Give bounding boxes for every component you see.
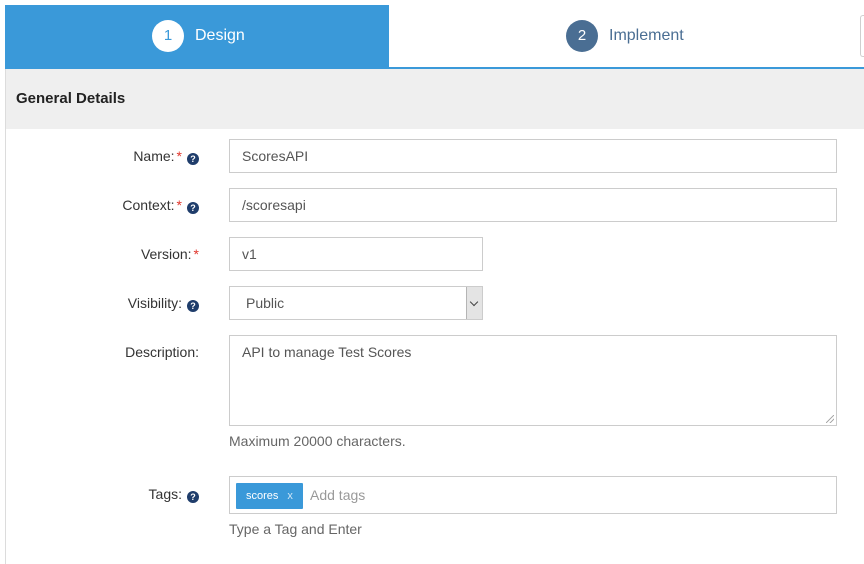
tags-hint: Type a Tag and Enter <box>229 521 362 537</box>
tags-input[interactable]: scores x Add tags <box>229 476 837 514</box>
visibility-label: Visibility: <box>127 295 182 311</box>
step-label: Implement <box>609 27 684 44</box>
section-header: General Details <box>6 69 864 129</box>
tag-text: scores <box>246 490 279 502</box>
version-label: Version: <box>140 246 192 262</box>
context-label-group: Context: *? <box>122 197 199 214</box>
question-circle-icon[interactable]: ? <box>187 491 199 503</box>
step-number: 2 <box>566 20 598 52</box>
name-input[interactable]: ScoresAPI <box>229 139 837 173</box>
required-marker: * <box>193 246 199 262</box>
visibility-selected: Public <box>246 295 285 311</box>
tags-placeholder: Add tags <box>310 487 366 503</box>
tags-label-group: Tags:? <box>149 486 199 503</box>
close-icon[interactable]: x <box>287 490 293 502</box>
context-label: Context: <box>122 197 175 213</box>
description-hint: Maximum 20000 characters. <box>229 433 406 449</box>
resize-grip-icon[interactable] <box>826 415 834 423</box>
description-label-group: Description: <box>125 344 199 360</box>
visibility-select[interactable]: Public <box>229 286 483 320</box>
name-label: Name: <box>133 148 175 164</box>
description-textarea[interactable]: API to manage Test Scores <box>229 335 837 426</box>
tag-chip[interactable]: scores x <box>236 483 303 509</box>
step-label: Design <box>195 27 245 44</box>
question-circle-icon[interactable]: ? <box>187 153 199 165</box>
question-circle-icon[interactable]: ? <box>187 202 199 214</box>
required-marker: * <box>176 148 182 164</box>
visibility-label-group: Visibility:? <box>128 295 199 312</box>
version-label-group: Version: * <box>141 246 199 262</box>
name-label-group: Name: *? <box>133 148 199 165</box>
step-implement[interactable]: 2 Implement <box>389 5 864 67</box>
description-text: API to manage Test Scores <box>242 344 412 360</box>
required-marker: * <box>176 197 182 213</box>
wizard-steps: 1 Design 2 Implement <box>5 5 864 69</box>
section-title: General Details <box>16 90 126 107</box>
step-design[interactable]: 1 Design <box>5 5 399 67</box>
question-circle-icon[interactable]: ? <box>187 300 199 312</box>
context-input[interactable]: /scoresapi <box>229 188 837 222</box>
step-number: 1 <box>152 20 184 52</box>
description-label: Description: <box>125 344 199 360</box>
version-input[interactable]: v1 <box>229 237 483 271</box>
chevron-down-icon[interactable] <box>466 287 482 319</box>
tags-label: Tags: <box>148 486 182 502</box>
step-edge <box>860 15 864 57</box>
